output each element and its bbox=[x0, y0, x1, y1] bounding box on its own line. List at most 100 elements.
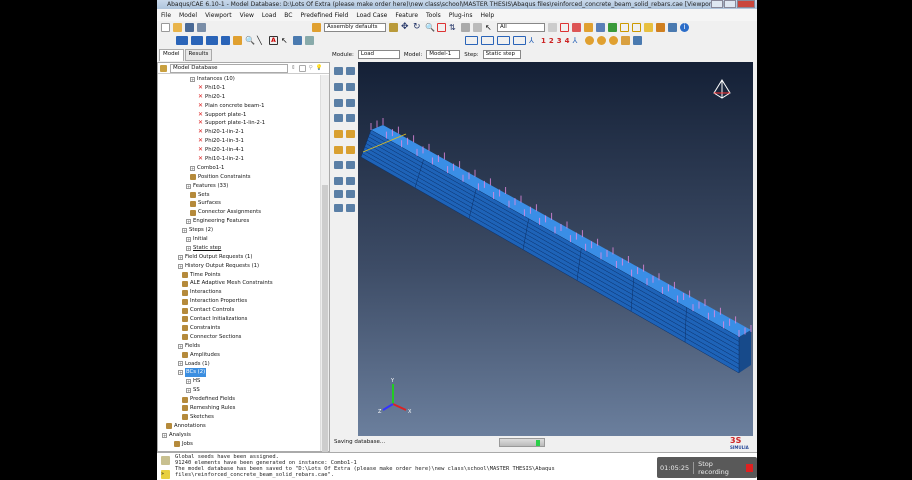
csys-number-4[interactable]: 4 bbox=[565, 37, 570, 45]
menu-help[interactable]: Help bbox=[480, 12, 494, 19]
csys-number-2[interactable]: 2 bbox=[549, 37, 554, 45]
tree-node[interactable]: + Field Output Requests (1) bbox=[158, 253, 320, 262]
toolbox-tool-icon[interactable] bbox=[334, 204, 343, 212]
toolbox-tool-icon[interactable] bbox=[334, 99, 343, 107]
tree-node[interactable]: Connector Assignments bbox=[158, 208, 320, 217]
toolbox-tool-icon[interactable] bbox=[334, 177, 343, 185]
menu-feature[interactable]: Feature bbox=[395, 12, 418, 19]
toolbox-tool-icon[interactable] bbox=[346, 204, 355, 212]
highlight-icon[interactable] bbox=[584, 23, 593, 32]
stop-recording-button[interactable]: Stop recording bbox=[698, 460, 742, 476]
selection-filter-select[interactable]: All bbox=[497, 23, 545, 32]
tree-node[interactable]: Position Constraints bbox=[158, 173, 320, 182]
tree-node[interactable]: ✕ Phi20-1-lin-4-1 bbox=[158, 146, 320, 155]
hidden-line-icon[interactable] bbox=[632, 23, 641, 32]
tree-node[interactable]: + BCs (2) bbox=[158, 368, 320, 378]
lightbulb-icon[interactable]: 💡 bbox=[316, 65, 323, 71]
sphere-icon-2[interactable] bbox=[596, 36, 606, 45]
annotation-icon[interactable] bbox=[233, 36, 242, 45]
toolbox-tool-icon[interactable] bbox=[346, 114, 355, 122]
arrow-tool-icon[interactable]: ╲ bbox=[257, 36, 266, 45]
view-cube-icon[interactable] bbox=[713, 79, 731, 99]
tree-node[interactable]: ALE Adaptive Mesh Constraints bbox=[158, 279, 320, 288]
fit-view-icon[interactable] bbox=[437, 23, 446, 32]
toolbox-tool-icon[interactable] bbox=[334, 190, 343, 198]
toolbox-tool-icon[interactable] bbox=[346, 99, 355, 107]
toolbox-tool-icon[interactable] bbox=[334, 67, 343, 75]
info-icon[interactable]: i bbox=[680, 23, 689, 32]
minimize-button[interactable] bbox=[711, 0, 723, 8]
step-select[interactable]: Static step bbox=[482, 50, 521, 59]
csys-icon-4[interactable] bbox=[513, 36, 526, 45]
tree-node[interactable]: Surfaces bbox=[158, 199, 320, 208]
table-icon-2[interactable] bbox=[632, 36, 642, 45]
tree-node[interactable]: + Analysis bbox=[158, 431, 320, 440]
csys-icon-3[interactable] bbox=[497, 36, 510, 45]
tree-node[interactable]: Constraints bbox=[158, 324, 320, 333]
text-tool-icon[interactable]: A bbox=[269, 36, 278, 45]
tree-node[interactable]: Interaction Properties bbox=[158, 297, 320, 306]
menu-tools[interactable]: Tools bbox=[426, 12, 441, 19]
people-icon[interactable] bbox=[620, 36, 630, 45]
tree-node[interactable]: Predefined Fields bbox=[158, 395, 320, 404]
open-folder-icon[interactable] bbox=[173, 23, 182, 32]
module-select[interactable]: Load bbox=[357, 50, 400, 59]
tree-node[interactable]: + Static step bbox=[158, 244, 320, 253]
toolbox-tool-icon[interactable] bbox=[334, 114, 343, 122]
triad-axes-icon-2[interactable]: ⅄ bbox=[573, 36, 582, 45]
collapse-icon[interactable] bbox=[298, 64, 306, 72]
tree-node[interactable]: Jobs bbox=[158, 440, 320, 449]
model-select[interactable]: Model-1 bbox=[426, 50, 461, 59]
tree-node[interactable]: ✕ Phi10-1-lin-2-1 bbox=[158, 155, 320, 164]
tree-node[interactable]: Annotations bbox=[158, 422, 320, 431]
toolbox-tool-icon[interactable] bbox=[334, 146, 343, 154]
tree-node[interactable]: + Steps (2) bbox=[158, 226, 320, 235]
tree-node[interactable]: ✕ Plain concrete beam-1 bbox=[158, 102, 320, 111]
toolbox-tool-icon[interactable] bbox=[346, 83, 355, 91]
toolbox-tool-icon[interactable] bbox=[346, 67, 355, 75]
tab-model[interactable]: Model bbox=[159, 49, 184, 61]
tree-node[interactable]: + Loads (1) bbox=[158, 360, 320, 369]
menu-viewport[interactable]: Viewport bbox=[205, 12, 232, 19]
toolbox-tool-icon[interactable] bbox=[334, 83, 343, 91]
sphere-icon[interactable] bbox=[584, 36, 594, 45]
stop-icon[interactable] bbox=[745, 463, 753, 472]
tree-node[interactable]: Sets bbox=[158, 191, 320, 200]
rotate-icon[interactable]: ↻ bbox=[413, 23, 422, 32]
tree-node[interactable]: ✕ Support plate-1 bbox=[158, 111, 320, 120]
tree-node[interactable]: + HS bbox=[158, 377, 320, 386]
toolbox-tool-icon[interactable] bbox=[334, 130, 343, 138]
tree-node[interactable]: ✕ Phi20-1 bbox=[158, 93, 320, 102]
menu-load[interactable]: Load bbox=[262, 12, 276, 19]
tree-node[interactable]: Sketches bbox=[158, 413, 320, 422]
tree-node[interactable]: Time Points bbox=[158, 271, 320, 280]
table-icon[interactable] bbox=[668, 23, 677, 32]
tree-node[interactable]: ✕ Phi20-1-lin-3-1 bbox=[158, 137, 320, 146]
tree-node[interactable]: Amplitudes bbox=[158, 351, 320, 360]
query-icon[interactable]: 🔍 bbox=[245, 36, 255, 45]
tree-scrollbar[interactable] bbox=[320, 75, 329, 455]
grid-icon[interactable] bbox=[293, 36, 302, 45]
csys-icon-1[interactable] bbox=[465, 36, 478, 45]
close-button[interactable] bbox=[737, 0, 755, 8]
tree-node[interactable]: ✕ Phi20-1-lin-2-1 bbox=[158, 128, 320, 137]
viewport-cascade-icon[interactable] bbox=[206, 36, 218, 45]
viewport-tile-icon[interactable] bbox=[191, 36, 203, 45]
toolbox-tool-icon[interactable] bbox=[346, 161, 355, 169]
tree-node[interactable]: + SS bbox=[158, 386, 320, 395]
tree-node[interactable]: + Initial bbox=[158, 235, 320, 244]
viewport-vertical-icon[interactable] bbox=[221, 36, 230, 45]
view-icon-2[interactable] bbox=[473, 23, 482, 32]
tree-node[interactable]: Contact Controls bbox=[158, 306, 320, 315]
render-style-select[interactable]: Assembly defaults bbox=[324, 23, 386, 32]
sort-icon[interactable]: ⇅ bbox=[449, 23, 458, 32]
pointer-icon[interactable]: ↖ bbox=[281, 36, 290, 45]
scrollbar-thumb[interactable] bbox=[322, 185, 328, 455]
select-cursor-icon[interactable]: ↖ bbox=[485, 23, 494, 32]
menu-load-case[interactable]: Load Case bbox=[356, 12, 387, 19]
python-console-icon[interactable]: » bbox=[161, 470, 170, 479]
menu-view[interactable]: View bbox=[240, 12, 254, 19]
csys-icon-2[interactable] bbox=[481, 36, 494, 45]
tab-results[interactable]: Results bbox=[184, 49, 213, 61]
filter-tree-icon[interactable]: ⚲ bbox=[309, 65, 313, 71]
